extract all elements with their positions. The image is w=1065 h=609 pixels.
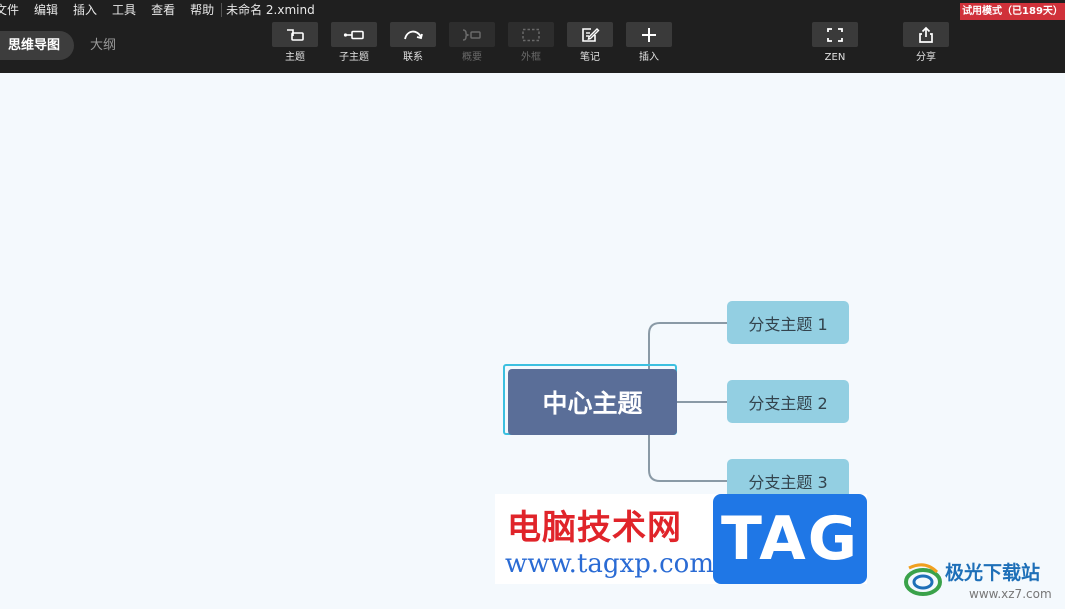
download-site-name: 极光下载站 — [945, 562, 1041, 584]
watermark-site-url: www.tagxp.com — [505, 549, 714, 579]
central-topic[interactable]: 中心主题 — [508, 369, 677, 435]
download-site-watermark: 极光下载站 www.xz7.com — [903, 556, 1063, 606]
download-site-url: www.xz7.com — [969, 587, 1052, 601]
watermark-site-name: 电脑技术网 — [507, 508, 682, 548]
watermark-tag-logo: TAG — [713, 494, 867, 584]
branch-topic-2[interactable]: 分支主题 2 — [727, 380, 849, 423]
aurora-logo-icon — [904, 563, 942, 596]
branch-topic-1[interactable]: 分支主题 1 — [727, 301, 849, 344]
